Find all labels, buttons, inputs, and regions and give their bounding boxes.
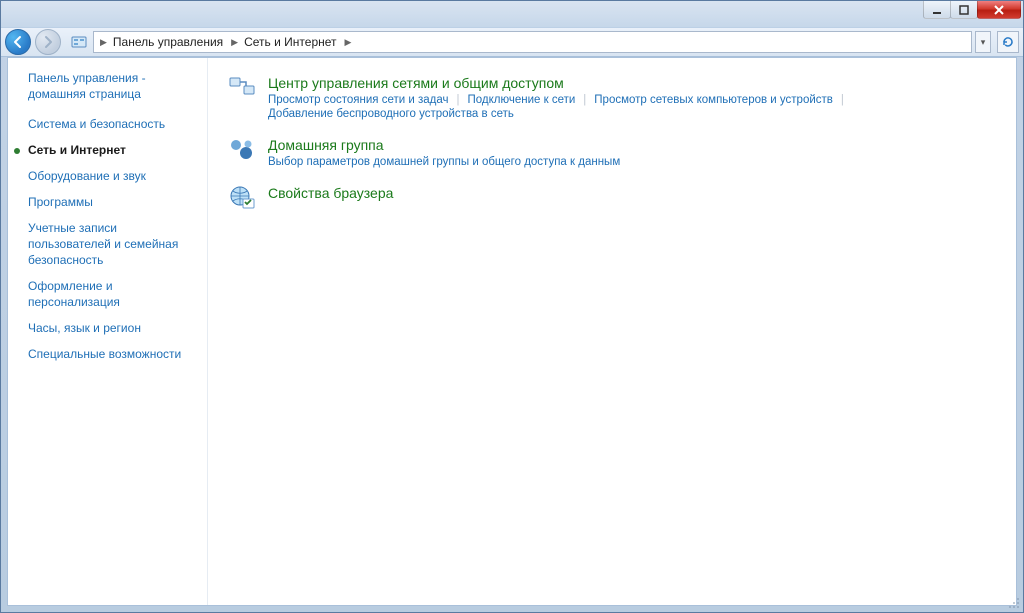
sidebar-item-ease-access[interactable]: Специальные возможности [28,346,199,362]
titlebar [1,1,1023,27]
chevron-right-icon[interactable]: ▶ [225,37,242,48]
internet-options-icon [228,184,256,212]
control-panel-icon [71,34,87,50]
category-title-link[interactable]: Свойства браузера [268,184,996,202]
network-sharing-icon [228,74,256,102]
link-separator: | [448,94,467,106]
breadcrumb-item[interactable]: Сеть и Интернет [244,35,336,49]
link-separator: | [833,94,852,106]
category-body: Домашняя группа Выбор параметров домашне… [268,136,996,168]
link-separator: | [575,94,594,106]
sidebar-item-hardware-sound[interactable]: Оборудование и звук [28,168,199,184]
maximize-button[interactable] [950,1,978,19]
task-link[interactable]: Просмотр состояния сети и задач [268,94,448,106]
nav-forward-button[interactable] [35,29,61,55]
sidebar-item-appearance[interactable]: Оформление и персонализация [28,278,199,310]
sidebar-item-programs[interactable]: Программы [28,194,199,210]
task-link[interactable]: Просмотр сетевых компьютеров и устройств [594,94,833,106]
close-button[interactable] [977,1,1021,19]
category-internet-options: Свойства браузера [228,184,996,212]
minimize-button[interactable] [923,1,951,19]
category-body: Свойства браузера [268,184,996,204]
sidebar-home-link[interactable]: Панель управления - домашняя страница [28,70,199,102]
sidebar: Панель управления - домашняя страница Си… [8,58,208,605]
homegroup-icon [228,136,256,164]
task-link[interactable]: Добавление беспроводного устройства в се… [268,108,514,120]
sidebar-item-user-accounts[interactable]: Учетные записи пользователей и семейная … [28,220,199,268]
control-panel-window: ▶ Панель управления ▶ Сеть и Интернет ▶ … [0,0,1024,613]
chevron-right-icon[interactable]: ▶ [339,37,356,48]
category-title-link[interactable]: Центр управления сетями и общим доступом [268,74,996,92]
sidebar-item-system-security[interactable]: Система и безопасность [28,116,199,132]
category-homegroup: Домашняя группа Выбор параметров домашне… [228,136,996,168]
content: Центр управления сетями и общим доступом… [208,58,1016,605]
breadcrumb[interactable]: ▶ Панель управления ▶ Сеть и Интернет ▶ [93,31,972,53]
chevron-right-icon[interactable]: ▶ [98,37,111,48]
address-bar: ▶ Панель управления ▶ Сеть и Интернет ▶ … [1,27,1023,57]
task-link[interactable]: Выбор параметров домашней группы и общег… [268,156,620,168]
resize-grip[interactable] [1006,595,1020,609]
sidebar-item-network-internet[interactable]: Сеть и Интернет [28,142,199,158]
body: Панель управления - домашняя страница Си… [7,57,1017,606]
window-controls [924,1,1021,19]
category-body: Центр управления сетями и общим доступом… [268,74,996,120]
breadcrumb-item[interactable]: Панель управления [113,35,223,49]
task-link[interactable]: Подключение к сети [467,94,575,106]
refresh-button[interactable] [997,31,1019,53]
category-title-link[interactable]: Домашняя группа [268,136,996,154]
sidebar-item-clock-language[interactable]: Часы, язык и регион [28,320,199,336]
category-network-sharing: Центр управления сетями и общим доступом… [228,74,996,120]
category-links: Просмотр состояния сети и задач | Подклю… [268,94,996,120]
nav-back-button[interactable] [5,29,31,55]
category-links: Выбор параметров домашней группы и общег… [268,156,996,168]
address-dropdown-button[interactable]: ▾ [975,31,991,53]
